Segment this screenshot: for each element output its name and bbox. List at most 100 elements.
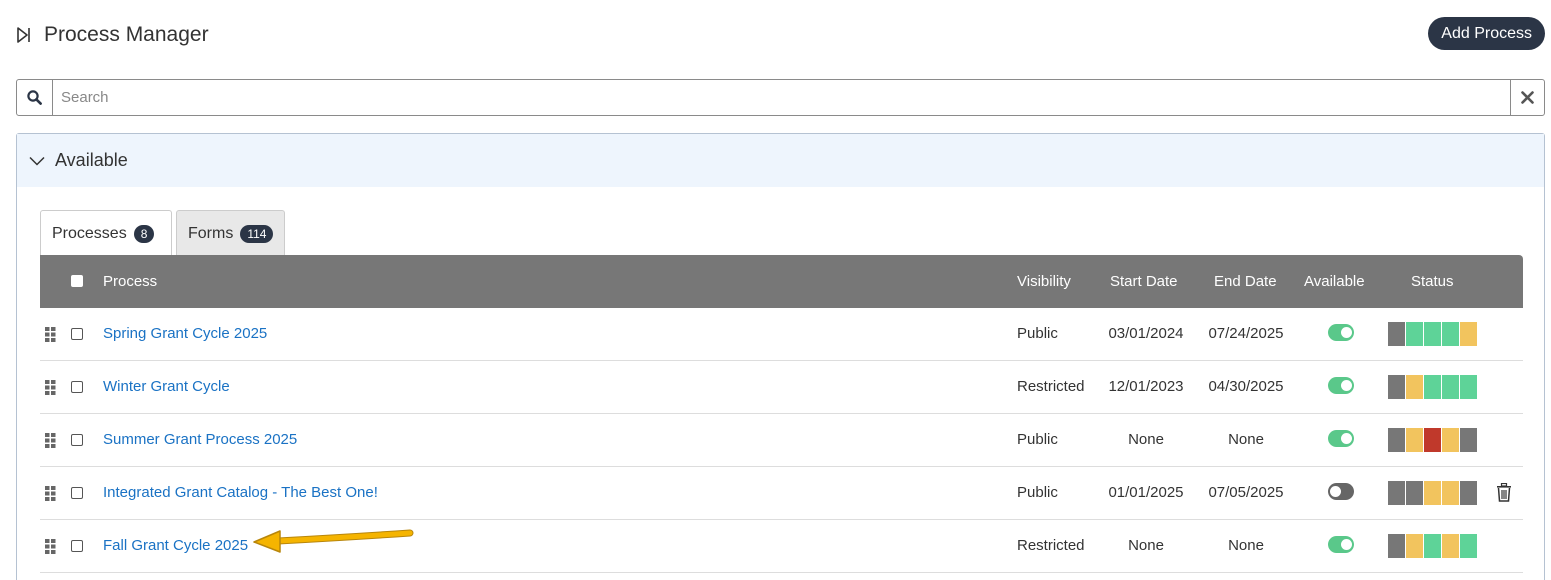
visibility-value: Restricted [1017, 378, 1085, 395]
clear-search-button[interactable] [1510, 80, 1544, 115]
end-date-value: 04/30/2025 [1208, 378, 1284, 395]
table-row: Spring Grant Cycle 2025 Public 03/01/2024 0… [40, 308, 1523, 361]
available-panel: Available Processes 8 Forms 114 Process … [16, 133, 1545, 580]
end-date-value: None [1228, 537, 1264, 554]
status-segment [1460, 534, 1477, 558]
count-badge: 8 [133, 224, 155, 243]
visibility-value: Public [1017, 484, 1058, 501]
table-header: Process Visibility Start Date End Date A… [40, 255, 1523, 308]
column-header-available[interactable]: Available [1304, 273, 1365, 290]
status-segment [1424, 322, 1441, 346]
toggle-knob [1330, 486, 1341, 497]
status-segment [1460, 322, 1477, 346]
start-date-value: 03/01/2024 [1108, 325, 1184, 342]
toggle-knob [1341, 380, 1352, 391]
status-segment [1424, 481, 1441, 505]
table-row: Integrated Grant Catalog - The Best One!… [40, 467, 1523, 520]
drag-handle-icon[interactable] [45, 380, 56, 395]
process-link[interactable]: Spring Grant Cycle 2025 [103, 325, 267, 342]
status-segment [1460, 481, 1477, 505]
toggle-knob [1341, 433, 1352, 444]
status-segment [1406, 322, 1423, 346]
tab-processes[interactable]: Processes 8 [40, 210, 172, 256]
search-button[interactable] [17, 80, 53, 115]
tab-forms[interactable]: Forms 114 [176, 210, 285, 256]
status-segment [1424, 375, 1441, 399]
status-segment [1388, 375, 1405, 399]
drag-handle-icon[interactable] [45, 539, 56, 554]
status-segment [1424, 534, 1441, 558]
status-segment [1406, 428, 1423, 452]
status-segment [1442, 481, 1459, 505]
status-segment [1442, 428, 1459, 452]
available-toggle[interactable] [1328, 536, 1354, 553]
end-date-value: 07/05/2025 [1208, 484, 1284, 501]
status-segment [1406, 534, 1423, 558]
visibility-value: Restricted [1017, 537, 1085, 554]
status-segment [1442, 322, 1459, 346]
row-checkbox[interactable] [71, 487, 83, 499]
start-date-value: 01/01/2025 [1108, 484, 1184, 501]
status-bar [1388, 534, 1478, 558]
column-header-visibility[interactable]: Visibility [1017, 273, 1071, 290]
page-header: Process Manager Add Process [0, 0, 1551, 70]
visibility-value: Public [1017, 431, 1058, 448]
status-segment [1460, 428, 1477, 452]
available-toggle[interactable] [1328, 483, 1354, 500]
process-link[interactable]: Integrated Grant Catalog - The Best One! [103, 484, 378, 501]
annotation-arrow-icon [253, 529, 414, 553]
available-toggle[interactable] [1328, 430, 1354, 447]
status-bar [1388, 375, 1478, 399]
status-segment [1442, 375, 1459, 399]
status-bar [1388, 481, 1478, 505]
search-input[interactable] [53, 80, 1510, 115]
available-toggle[interactable] [1328, 324, 1354, 341]
toggle-knob [1341, 539, 1352, 550]
search-bar [16, 79, 1545, 116]
status-segment [1424, 428, 1441, 452]
drag-handle-icon[interactable] [45, 327, 56, 342]
available-panel-header[interactable]: Available [17, 134, 1544, 187]
chevron-down-icon [29, 156, 45, 166]
row-checkbox[interactable] [71, 540, 83, 552]
search-icon [27, 90, 42, 105]
available-toggle[interactable] [1328, 377, 1354, 394]
process-link[interactable]: Fall Grant Cycle 2025 [103, 537, 248, 554]
toggle-knob [1341, 327, 1352, 338]
column-header-process[interactable]: Process [103, 273, 157, 290]
process-link[interactable]: Summer Grant Process 2025 [103, 431, 297, 448]
drag-handle-icon[interactable] [45, 433, 56, 448]
end-date-value: None [1228, 431, 1264, 448]
status-segment [1406, 375, 1423, 399]
play-skip-icon [17, 27, 30, 43]
status-segment [1388, 322, 1405, 346]
column-header-status[interactable]: Status [1411, 273, 1454, 290]
visibility-value: Public [1017, 325, 1058, 342]
row-checkbox[interactable] [71, 381, 83, 393]
end-date-value: 07/24/2025 [1208, 325, 1284, 342]
table-row: Summer Grant Process 2025 Public None None [40, 414, 1523, 467]
status-segment [1388, 534, 1405, 558]
status-segment [1442, 534, 1459, 558]
process-link[interactable]: Winter Grant Cycle [103, 378, 230, 395]
row-checkbox[interactable] [71, 328, 83, 340]
add-process-button[interactable]: Add Process [1428, 17, 1545, 50]
select-all-checkbox[interactable] [71, 275, 83, 287]
page-title: Process Manager [44, 23, 209, 46]
panel-title: Available [55, 150, 128, 170]
status-segment [1388, 428, 1405, 452]
count-badge: 114 [240, 224, 274, 243]
status-segment [1406, 481, 1423, 505]
start-date-value: 12/01/2023 [1108, 378, 1184, 395]
status-segment [1460, 375, 1477, 399]
column-header-start-date[interactable]: Start Date [1110, 273, 1178, 290]
start-date-value: None [1128, 537, 1164, 554]
tab-label: Forms [188, 224, 234, 242]
start-date-value: None [1128, 431, 1164, 448]
drag-handle-icon[interactable] [45, 486, 56, 501]
column-header-end-date[interactable]: End Date [1214, 273, 1277, 290]
trash-icon[interactable] [1496, 483, 1512, 502]
row-checkbox[interactable] [71, 434, 83, 446]
tab-label: Processes [52, 224, 127, 242]
status-bar [1388, 428, 1478, 452]
